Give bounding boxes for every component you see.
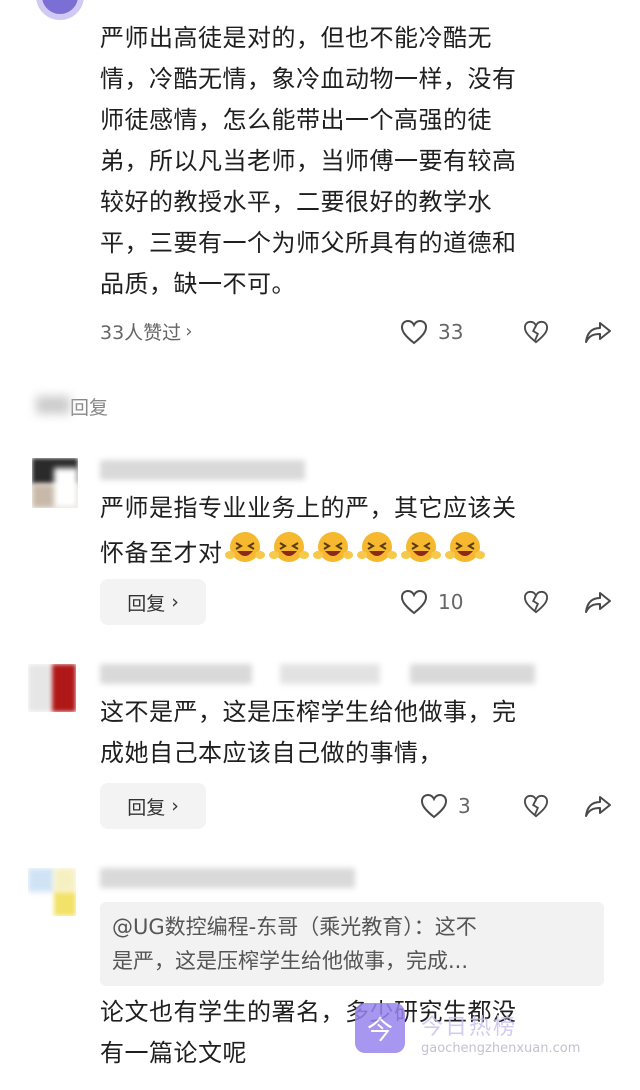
comment-line: 情，冷酷无情，象冷血动物一样，没有 (100, 65, 517, 93)
share-arrow-icon (585, 592, 611, 613)
replies-header[interactable]: 回复 (36, 393, 108, 420)
comment-line: 弟，所以凡当老师，当师傅一要有较高 (100, 147, 517, 175)
broken-heart-icon (523, 320, 549, 344)
blurred-count (36, 396, 70, 414)
share-arrow-icon (585, 322, 611, 343)
username-redacted (280, 664, 380, 684)
like-count: 3 (458, 794, 471, 818)
username-redacted (410, 664, 535, 684)
chevron-right-icon: › (185, 321, 193, 342)
reply-actions: 3 (400, 790, 615, 822)
reply-actions: 10 (400, 586, 615, 618)
avatar[interactable] (28, 664, 76, 712)
broken-heart-icon (523, 590, 549, 614)
dislike-button[interactable] (500, 320, 572, 344)
quote-line: @UG数控编程-东哥（乘光教育）：这不 (112, 915, 477, 939)
reply-button-label: 回复 (127, 592, 166, 615)
reply-text: 严师是指专业业务上的严，其它应该关 怀备至才对 (100, 488, 600, 578)
watermark: 今 今日热榜 gaochengzhenxuan.com (355, 1003, 585, 1063)
watermark-title: 今日热榜 (421, 1015, 518, 1040)
share-button[interactable] (572, 590, 612, 614)
likes-link[interactable]: 33人赞过 › (100, 318, 192, 345)
username-redacted (100, 664, 252, 684)
heart-outline-icon (420, 793, 448, 819)
laughing-emoji-icon (356, 529, 397, 578)
avatar[interactable] (32, 458, 78, 508)
share-button[interactable] (572, 794, 612, 818)
likes-link-label: 33人赞过 (100, 322, 182, 344)
reply-button[interactable]: 回复 › (100, 579, 206, 625)
reply-line-with-emoji: 怀备至才对 (100, 529, 600, 578)
chevron-right-icon: › (171, 591, 179, 613)
reply-line: 成她自己本应该自己做的事情， (100, 739, 443, 767)
quoted-comment[interactable]: @UG数控编程-东哥（乘光教育）：这不 是严，这是压榨学生给他做事，完成... (100, 902, 604, 986)
laughing-emoji-icon (400, 529, 441, 578)
comment-line: 品质，缺一不可。 (100, 270, 296, 298)
laughing-emoji-icon (224, 529, 265, 578)
reply-text: 这不是严，这是压榨学生给他做事，完 成她自己本应该自己做的事情， (100, 692, 600, 774)
username-redacted (100, 868, 355, 888)
share-button[interactable] (572, 320, 612, 344)
comment-line: 严师出高徒是对的，但也不能冷酷无 (100, 24, 492, 52)
reply-button-label: 回复 (127, 796, 166, 819)
heart-outline-icon (400, 319, 428, 345)
laughing-emoji-icon (268, 529, 309, 578)
comment-line: 师徒感情，怎么能带出一个高强的徒 (100, 106, 492, 134)
quote-line: 是严，这是压榨学生给他做事，完成... (112, 949, 469, 973)
comment-line: 较好的教授水平，二要很好的教学水 (100, 188, 492, 216)
comment-line: 平，三要有一个为师父所具有的道德和 (100, 229, 517, 257)
like-button[interactable]: 33 (400, 319, 500, 345)
like-button[interactable]: 3 (420, 793, 500, 819)
watermark-url: gaochengzhenxuan.com (421, 1041, 581, 1056)
reply-line: 怀备至才对 (100, 539, 223, 567)
emoji-row (224, 529, 485, 578)
avatar[interactable] (36, 0, 84, 20)
laughing-emoji-icon (444, 529, 485, 578)
laughing-emoji-icon (312, 529, 353, 578)
like-count: 10 (438, 590, 464, 614)
heart-outline-icon (400, 589, 428, 615)
chevron-right-icon: › (171, 795, 179, 817)
dislike-button[interactable] (500, 590, 572, 614)
like-button[interactable]: 10 (400, 589, 500, 615)
like-count: 33 (438, 320, 464, 344)
dislike-button[interactable] (500, 794, 572, 818)
reply-button[interactable]: 回复 › (100, 783, 206, 829)
reply-line: 严师是指专业业务上的严，其它应该关 (100, 494, 517, 522)
replies-label: 回复 (70, 397, 109, 419)
reply-line: 这不是严，这是压榨学生给他做事，完 (100, 698, 517, 726)
broken-heart-icon (523, 794, 549, 818)
avatar[interactable] (28, 868, 76, 916)
comment-text: 严师出高徒是对的，但也不能冷酷无 情，冷酷无情，象冷血动物一样，没有 师徒感情，… (100, 18, 600, 305)
username-redacted (100, 460, 305, 480)
watermark-logo: 今 (355, 1003, 405, 1053)
comment-actions: 33 (400, 316, 615, 348)
share-arrow-icon (585, 796, 611, 817)
